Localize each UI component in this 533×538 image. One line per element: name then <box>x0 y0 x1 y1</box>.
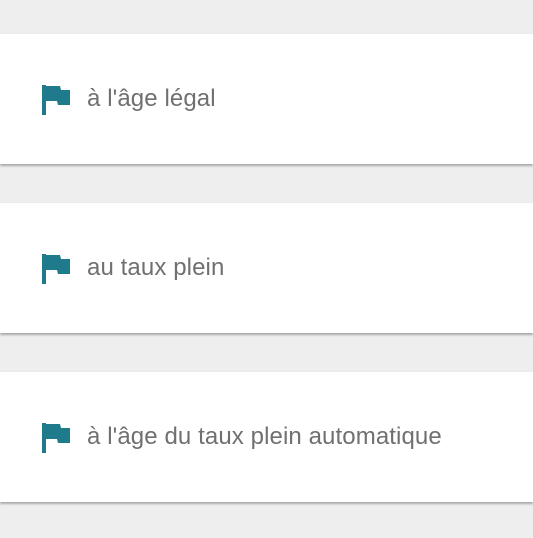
option-card-age-legal[interactable]: à l'âge légal <box>0 34 533 164</box>
option-label: à l'âge légal <box>87 85 216 112</box>
flag-icon <box>40 83 72 116</box>
flag-icon <box>40 421 72 454</box>
retirement-option-list: à l'âge légal au taux plein à l'âge du t… <box>0 0 533 538</box>
flag-icon <box>40 252 72 285</box>
option-card-taux-plein-automatique[interactable]: à l'âge du taux plein automatique <box>0 372 533 502</box>
option-card-taux-plein[interactable]: au taux plein <box>0 203 533 333</box>
option-label: au taux plein <box>87 254 225 281</box>
option-label: à l'âge du taux plein automatique <box>87 423 442 450</box>
